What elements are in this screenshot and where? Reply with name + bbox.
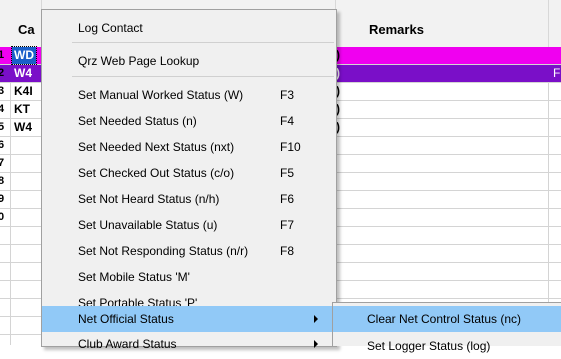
- menu-item-shortcut: F5: [280, 166, 295, 180]
- menu-separator: [72, 76, 334, 77]
- menu-item-set-mobile[interactable]: Set Mobile Status 'M': [42, 264, 336, 290]
- menu-item-set-not-heard[interactable]: Set Not Heard Status (n/h) F6: [42, 186, 336, 212]
- menu-item-label: Set Not Heard Status (n/h): [78, 192, 220, 206]
- submenu-arrow-icon: [314, 315, 318, 323]
- menu-item-set-checked-out[interactable]: Set Checked Out Status (c/o) F5: [42, 160, 336, 186]
- row-call[interactable]: K4I: [12, 83, 35, 100]
- menu-item-label: Set Checked Out Status (c/o): [78, 166, 235, 180]
- submenu-item-clear-net-control[interactable]: Clear Net Control Status (nc): [333, 306, 561, 332]
- menu-item-set-needed-next[interactable]: Set Needed Next Status (nxt) F10: [42, 134, 336, 160]
- row-number: 0: [0, 211, 5, 223]
- menu-item-label: Clear Net Control Status (nc): [367, 312, 522, 326]
- header-remarks[interactable]: Remarks: [369, 0, 424, 47]
- menu-item-shortcut: F10: [280, 140, 301, 154]
- menu-item-shortcut: F7: [280, 218, 295, 232]
- row-number: 7: [0, 157, 5, 169]
- menu-item-shortcut: F3: [280, 88, 295, 102]
- menu-item-label: Net Official Status: [78, 312, 174, 326]
- menu-item-label: Set Logger Status (log): [367, 339, 491, 353]
- menu-item-set-needed[interactable]: Set Needed Status (n) F4: [42, 108, 336, 134]
- row-number: 6: [0, 139, 5, 151]
- submenu-arrow-icon: [314, 340, 318, 348]
- menu-item-set-not-responding[interactable]: Set Not Responding Status (n/r) F8: [42, 238, 336, 264]
- row-number: 1: [0, 49, 5, 61]
- menu-item-shortcut: F6: [280, 192, 295, 206]
- menu-item-log-contact[interactable]: Log Contact: [42, 15, 336, 41]
- menu-item-net-official-status[interactable]: Net Official Status: [42, 306, 336, 332]
- row-number: 9: [0, 193, 5, 205]
- row-number: 4: [0, 103, 5, 115]
- row-number: 8: [0, 175, 5, 187]
- header-separator[interactable]: [548, 0, 549, 47]
- header-call[interactable]: Ca: [18, 0, 35, 47]
- menu-item-label: Club Award Status: [78, 337, 177, 351]
- row-remarks-fragment: F: [553, 66, 561, 80]
- menu-item-label: Set Not Responding Status (n/r): [78, 244, 249, 258]
- submenu-item-set-logger[interactable]: Set Logger Status (log): [333, 333, 561, 359]
- row-number: 3: [0, 85, 5, 97]
- menu-item-label: Set Unavailable Status (u): [78, 218, 218, 232]
- row-call[interactable]: WD: [11, 46, 37, 65]
- row-call[interactable]: W4: [12, 119, 34, 136]
- menu-item-label: Qrz Web Page Lookup: [78, 54, 200, 68]
- menu-item-shortcut: F8: [280, 244, 295, 258]
- row-number: 2: [0, 67, 5, 79]
- row-number: 5: [0, 121, 5, 133]
- menu-item-label: Set Manual Worked Status (W): [78, 88, 244, 102]
- row-call[interactable]: KT: [12, 101, 32, 118]
- menu-item-shortcut: F4: [280, 114, 295, 128]
- net-official-submenu: Clear Net Control Status (nc) Set Logger…: [332, 302, 561, 353]
- menu-item-set-worked[interactable]: Set Manual Worked Status (W) F3: [42, 82, 336, 108]
- menu-separator: [72, 42, 334, 43]
- menu-item-qrz-lookup[interactable]: Qrz Web Page Lookup: [42, 48, 336, 74]
- menu-item-club-award-status[interactable]: Club Award Status: [42, 331, 336, 357]
- row-context-menu: Log Contact Qrz Web Page Lookup Set Manu…: [41, 9, 337, 351]
- menu-item-label: Set Needed Status (n): [78, 114, 197, 128]
- menu-item-label: Set Mobile Status 'M': [78, 270, 190, 284]
- menu-item-label: Log Contact: [78, 21, 143, 35]
- menu-item-set-unavailable[interactable]: Set Unavailable Status (u) F7: [42, 212, 336, 238]
- row-call[interactable]: W4: [12, 65, 34, 82]
- menu-item-label: Set Needed Next Status (nxt): [78, 140, 235, 154]
